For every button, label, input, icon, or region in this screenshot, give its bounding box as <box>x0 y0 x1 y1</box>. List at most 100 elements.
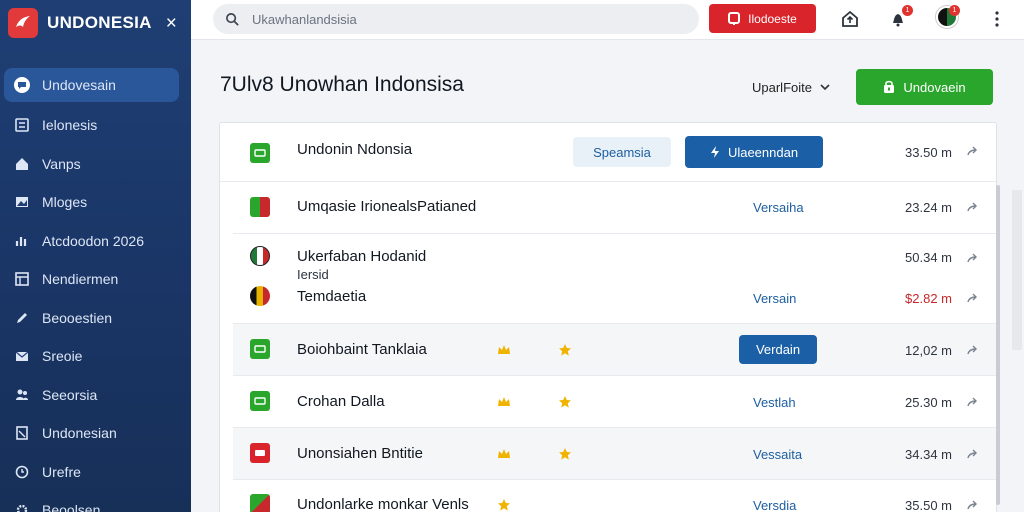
share-icon[interactable] <box>966 145 978 157</box>
gear-icon <box>14 502 30 512</box>
share-icon[interactable] <box>966 499 978 511</box>
sidebar-item-7[interactable]: Sreoie <box>0 337 191 376</box>
star-icon[interactable] <box>558 395 572 409</box>
sidebar-item-9[interactable]: Undonesian <box>0 414 191 453</box>
table-icon <box>14 271 30 287</box>
row-name-secondary: Temdaetia <box>297 288 367 305</box>
sidebar-item-label: Seeorsia <box>42 386 98 403</box>
share-icon[interactable] <box>966 344 978 356</box>
crown-icon[interactable] <box>497 343 511 357</box>
star-icon[interactable] <box>558 447 572 461</box>
sidebar-item-label: Beooestien <box>42 309 113 326</box>
image-icon <box>14 194 30 210</box>
row-status[interactable]: Vestlah <box>753 395 796 410</box>
list-item[interactable]: Unonsiahen Bntitie Vessaita 34.34 m <box>233 428 996 480</box>
sidebar-item-label: Sreoie <box>42 348 83 365</box>
share-icon[interactable] <box>966 396 978 408</box>
flag-icon <box>250 286 270 306</box>
list-item[interactable]: Undonlarke monkar Venls Versdia 35.50 m <box>233 480 996 512</box>
star-icon[interactable] <box>497 498 511 512</box>
list-item[interactable]: Crohan Dalla Vestlah 25.30 m <box>233 376 996 428</box>
file-icon <box>250 339 270 359</box>
crown-icon[interactable] <box>497 395 511 409</box>
row-action-button[interactable]: Verdain <box>739 335 817 364</box>
share-icon[interactable] <box>966 448 978 460</box>
file-icon <box>250 391 270 411</box>
list-item[interactable]: Undonin Ndonsia Speamsia Ulaeenndan 33.5… <box>220 123 996 182</box>
row-tag-chip[interactable]: Speamsia <box>573 137 671 167</box>
row-size: 34.34 m <box>905 447 952 462</box>
mail-icon <box>14 348 30 364</box>
file-list-panel: Undonin Ndonsia Speamsia Ulaeenndan 33.5… <box>219 122 997 512</box>
row-name: Undonlarke monkar Venls <box>297 496 469 512</box>
sidebar-item-label: Urefre <box>42 463 81 480</box>
row-status[interactable]: Versaiha <box>753 200 804 215</box>
crown-icon[interactable] <box>497 447 511 461</box>
row-status[interactable]: Versdia <box>753 498 796 512</box>
notification-badge: 1 <box>902 5 913 16</box>
sidebar-item-3[interactable]: Mloges <box>0 183 191 222</box>
doc-icon <box>14 425 30 441</box>
row-status[interactable]: Versain <box>753 291 796 306</box>
filter-label: UparlFoite <box>752 80 812 95</box>
users-icon <box>14 387 30 403</box>
close-icon[interactable]: × <box>166 14 177 33</box>
share-icon[interactable] <box>966 201 978 213</box>
brand-logo-icon <box>8 8 38 38</box>
topbar: Ilodoeste 1 1 <box>191 0 1024 40</box>
row-action-button[interactable]: Ulaeenndan <box>685 136 823 168</box>
pin-icon <box>728 11 741 25</box>
avatar[interactable]: 1 <box>936 5 960 28</box>
more-vertical-icon[interactable] <box>986 8 1008 30</box>
filter-dropdown[interactable]: UparlFoite <box>752 80 830 95</box>
star-icon[interactable] <box>558 343 572 357</box>
sidebar-item-2[interactable]: Vanps <box>0 145 191 184</box>
page-scrollbar[interactable] <box>1012 190 1022 350</box>
list-item[interactable]: Ukerfaban Hodanid Iersid 50.34 m Temdaet… <box>233 234 996 324</box>
sidebar-nav: Undovesain Ielonesis Vanps Mloges Atcdoo… <box>0 68 191 512</box>
row-status[interactable]: Vessaita <box>753 447 802 462</box>
sidebar-item-label: Vanps <box>42 155 81 172</box>
sidebar-item-5[interactable]: Nendiermen <box>0 260 191 299</box>
sidebar-item-1[interactable]: Ielonesis <box>0 106 191 145</box>
row-name: Ukerfaban Hodanid <box>297 248 427 265</box>
sidebar-item-label: Atcdoodon 2026 <box>42 232 144 249</box>
sidebar-item-label: Beoolsen <box>42 502 101 512</box>
search-bar[interactable] <box>213 4 699 34</box>
brand: UNDONESIA × <box>0 0 191 46</box>
primary-button[interactable]: Undovaein <box>856 69 993 105</box>
bolt-icon <box>710 146 719 158</box>
clock-icon <box>14 464 30 480</box>
brand-name: UNDONESIA <box>47 13 152 32</box>
row-name: Umqasie IrionealsPatianed <box>297 198 477 215</box>
row-subtitle: Iersid <box>297 267 329 282</box>
avatar-badge: 1 <box>949 5 960 16</box>
sidebar-item-label: Undonesian <box>42 425 117 442</box>
sidebar-item-10[interactable]: Urefre <box>0 453 191 492</box>
list-item[interactable]: Boiohbaint Tanklaia Verdain 12,02 m <box>233 324 996 376</box>
list-item[interactable]: Umqasie IrionealsPatianed Versaiha 23.24… <box>233 182 996 234</box>
share-icon[interactable] <box>966 252 978 264</box>
sidebar-item-0[interactable]: Undovesain <box>4 68 179 102</box>
flag-icon <box>250 494 270 512</box>
bell-icon[interactable]: 1 <box>887 5 913 30</box>
sidebar-item-6[interactable]: Beooestien <box>0 299 191 338</box>
row-size-alert: $2.82 m <box>905 291 952 306</box>
file-icon <box>250 143 270 163</box>
list-scrollbar[interactable] <box>996 185 1000 505</box>
home-icon <box>14 156 30 172</box>
sidebar-item-8[interactable]: Seeorsia <box>0 376 191 415</box>
search-input[interactable] <box>252 11 672 27</box>
sidebar-item-4[interactable]: Atcdoodon 2026 <box>0 222 191 261</box>
row-size: 35.50 m <box>905 498 952 512</box>
sidebar-item-label: Mloges <box>42 194 88 211</box>
row-name: Boiohbaint Tanklaia <box>297 341 427 358</box>
upload-icon[interactable] <box>839 8 861 30</box>
list-icon <box>14 117 30 133</box>
share-icon[interactable] <box>966 292 978 304</box>
flag-icon <box>250 197 270 217</box>
sidebar-item-11[interactable]: Beoolsen <box>0 491 191 512</box>
row-size: 25.30 m <box>905 395 952 410</box>
chat-icon <box>14 77 30 93</box>
red-action-button[interactable]: Ilodoeste <box>709 4 816 33</box>
